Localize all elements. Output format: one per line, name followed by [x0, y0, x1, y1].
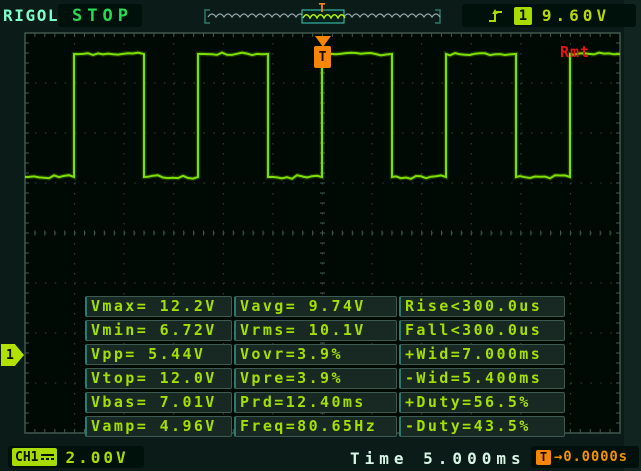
measurement-vamp: Vamp= 4.96V [85, 416, 232, 437]
measurement-vpre: Vpre=3.9% [234, 368, 397, 389]
trigger-marker-label: T [319, 50, 327, 65]
trigger-level-value: 9.60V [542, 6, 610, 25]
measurement-pwid: +Wid=7.000ms [399, 344, 565, 365]
channel-1-settings-box: CH1 2.00V [8, 446, 144, 468]
measurement-vrms: Vrms= 10.1V [234, 320, 397, 341]
measurement-vpp: Vpp= 5.44V [85, 344, 232, 365]
acquisition-status-badge: STOP [58, 4, 142, 27]
trigger-info-box: 1 9.60V [462, 4, 636, 27]
channel-1-badge: CH1 [12, 448, 57, 466]
measurement-vtop: Vtop= 12.0V [85, 368, 232, 389]
measurement-vmin: Vmin= 6.72V [85, 320, 232, 341]
dc-coupling-icon [41, 454, 54, 460]
measurement-vbas: Vbas= 7.01V [85, 392, 232, 413]
measurement-nwid: -Wid=5.400ms [399, 368, 565, 389]
measurement-fall: Fall<300.0us [399, 320, 565, 341]
channel-1-marker-label: 1 [1, 348, 14, 363]
trigger-offset-t-icon: T [536, 450, 551, 465]
measurement-prd: Prd=12.40ms [234, 392, 397, 413]
measurement-vovr: Vovr=3.9% [234, 344, 397, 365]
trigger-offset-value: →0.0000s [554, 449, 628, 465]
measurement-pduty: +Duty=56.5% [399, 392, 565, 413]
rising-edge-icon [488, 7, 504, 24]
hpos-trigger-marker: T [318, 1, 325, 15]
measurement-nduty: -Duty=43.5% [399, 416, 565, 437]
measurement-vavg: Vavg= 9.74V [234, 296, 397, 317]
measurement-freq: Freq=80.65Hz [234, 416, 397, 437]
volts-per-div-value: 2.00V [65, 448, 128, 467]
channel-1-badge-label: CH1 [15, 450, 38, 465]
brand-logo: RIGOL [3, 6, 59, 25]
oscilloscope-screen: T RIGOL STOP 1 9.60V Rmt T 1 Vmax= 12.2V… [0, 0, 641, 471]
trigger-position-marker[interactable]: T [314, 36, 331, 68]
trigger-offset-box: T →0.0000s [531, 446, 639, 468]
measurement-rise: Rise<300.0us [399, 296, 565, 317]
measurement-vmax: Vmax= 12.2V [85, 296, 232, 317]
timebase-label: Time 5.000ms [350, 449, 526, 468]
bezel-right [624, 0, 641, 471]
remote-indicator: Rmt [560, 43, 590, 61]
horizontal-position-strip[interactable]: T [205, 1, 440, 23]
trigger-source-badge: 1 [514, 7, 532, 25]
acquisition-status-label: STOP [67, 6, 133, 26]
